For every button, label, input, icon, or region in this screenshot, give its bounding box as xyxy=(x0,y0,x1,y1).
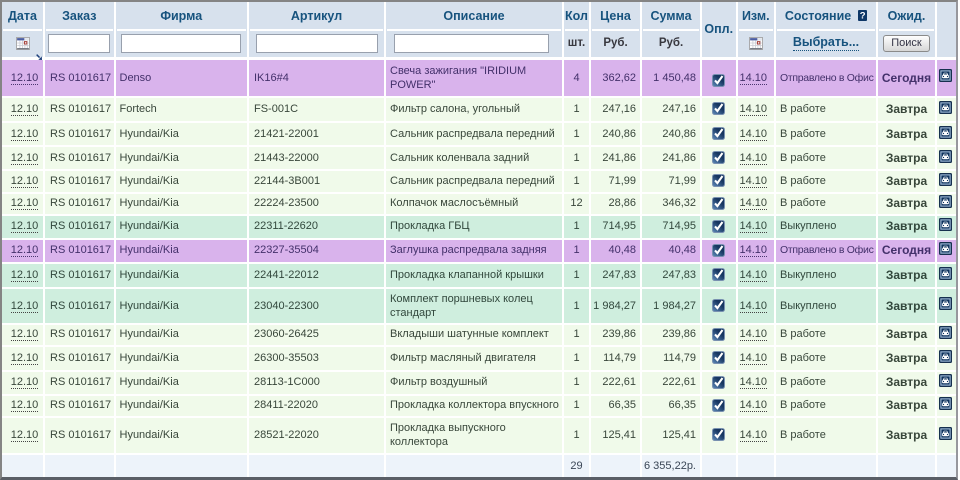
svg-text:?: ? xyxy=(860,11,866,21)
